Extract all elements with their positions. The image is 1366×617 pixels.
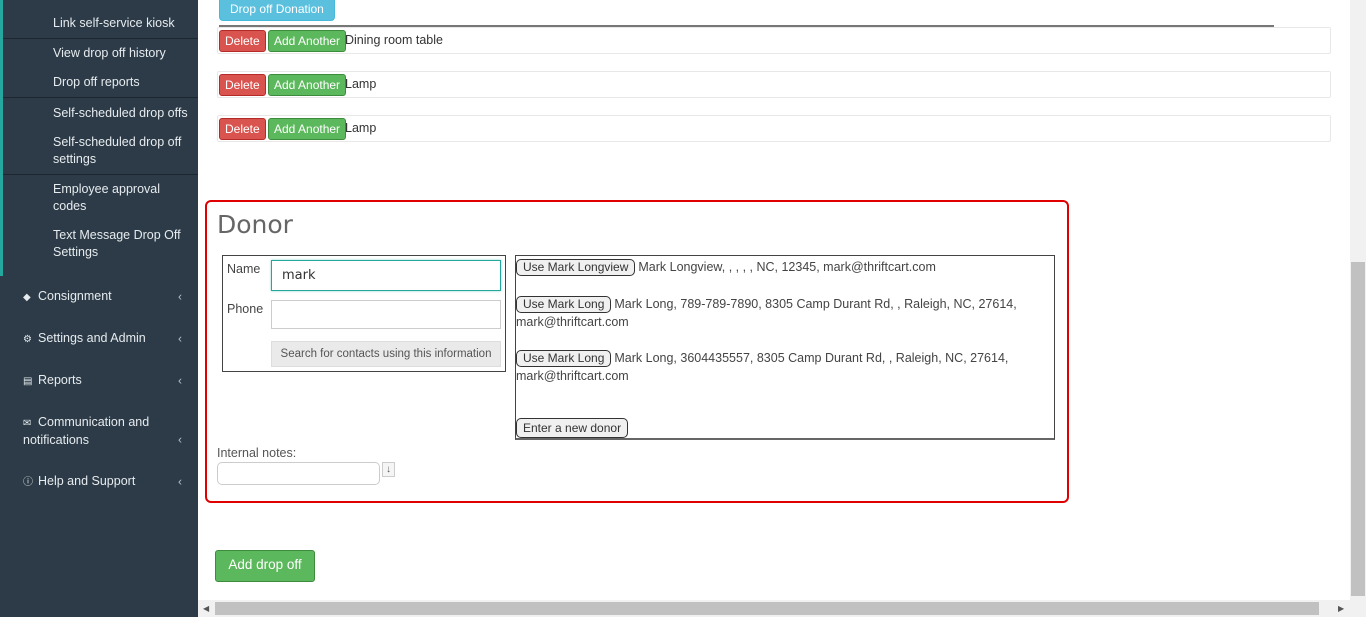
drop-off-donation-button[interactable]: Drop off Donation: [219, 0, 335, 21]
vertical-scroll-thumb[interactable]: [1351, 262, 1365, 596]
horizontal-scrollbar[interactable]: ◀ ▶: [198, 600, 1366, 617]
delete-item-button[interactable]: Delete: [219, 74, 266, 96]
item-name: Dining room table: [345, 33, 443, 47]
search-contacts-button[interactable]: Search for contacts using this informati…: [271, 341, 501, 367]
sidebar-item-settings-admin[interactable]: ⚙ Settings and Admin ‹: [0, 330, 198, 348]
contact-result: Use Mark Long Mark Long, 3604435557, 8305…: [516, 350, 1009, 383]
phone-input[interactable]: [271, 300, 501, 329]
chevron-left-icon: ‹: [178, 373, 182, 388]
sidebar-item-consignment[interactable]: ◆ Consignment ‹: [0, 288, 198, 306]
add-another-button[interactable]: Add Another: [268, 74, 347, 96]
gear-icon: ⚙: [23, 334, 32, 345]
contact-lookup-panel: Name mark Phone Search for contacts usin…: [222, 255, 506, 372]
main-content: Drop off Donation Delete Add Another Din…: [198, 0, 1350, 600]
enter-new-donor-button[interactable]: Enter a new donor: [516, 418, 629, 438]
question-circle-icon: ⓘ: [23, 477, 33, 488]
new-donor-row: Enter a new donor: [516, 418, 631, 438]
sidebar-item-text-message-settings[interactable]: Text Message Drop Off Settings: [3, 227, 198, 261]
sidebar-item-link-kiosk[interactable]: Link self-service kiosk: [3, 15, 198, 32]
item-row: Delete Add Another Lamp: [217, 115, 1331, 142]
item-name: Lamp: [345, 121, 377, 135]
contact-result: Use Mark Long Mark Long, 789-789-7890, 83…: [516, 296, 1017, 329]
sidebar-item-help-support[interactable]: ⓘ Help and Support ‹: [0, 473, 198, 491]
chevron-left-icon: ‹: [178, 289, 182, 304]
chevron-left-icon: ‹: [178, 474, 182, 489]
scroll-left-icon[interactable]: ◀: [203, 600, 209, 617]
tag-icon: ◆: [23, 292, 31, 303]
sidebar-item-dropoff-reports[interactable]: Drop off reports: [3, 74, 198, 91]
delete-item-button[interactable]: Delete: [219, 118, 266, 140]
sidebar: Link self-service kiosk View drop off hi…: [0, 0, 198, 617]
contact-result: Use Mark Longview Mark Longview, , , , , …: [516, 258, 1036, 276]
phone-label: Phone: [227, 302, 264, 316]
donor-heading: Donor: [217, 210, 293, 239]
sidebar-item-communication[interactable]: ✉ Communication and notifications ‹: [0, 414, 198, 449]
item-name: Lamp: [345, 77, 377, 91]
envelope-icon: ✉: [23, 418, 32, 429]
item-row: Delete Add Another Lamp: [217, 71, 1331, 98]
donor-section: Donor Name mark Phone Search for contact…: [205, 200, 1069, 503]
delete-item-button[interactable]: Delete: [219, 30, 266, 52]
contact-results-panel: Use Mark Longview Mark Longview, , , , , …: [515, 255, 1055, 440]
sidebar-item-approval-codes[interactable]: Employee approval codes: [3, 181, 198, 215]
use-contact-button[interactable]: Use Mark Longview: [516, 259, 636, 276]
internal-notes-input[interactable]: [217, 462, 380, 485]
sidebar-item-self-scheduled[interactable]: Self-scheduled drop offs: [3, 105, 198, 122]
internal-notes-label: Internal notes:: [217, 446, 297, 460]
horizontal-scroll-thumb[interactable]: [215, 602, 1319, 615]
name-label: Name: [227, 262, 261, 276]
add-drop-off-button[interactable]: Add drop off: [215, 550, 315, 582]
item-row: Delete Add Another Dining room table: [217, 27, 1331, 54]
chevron-left-icon: ‹: [178, 432, 182, 447]
vertical-scrollbar[interactable]: [1350, 0, 1366, 600]
name-input[interactable]: mark: [271, 260, 501, 291]
use-contact-button[interactable]: Use Mark Long: [516, 296, 612, 313]
scroll-right-icon[interactable]: ▶: [1338, 600, 1344, 617]
expand-notes-icon[interactable]: ↓: [382, 462, 395, 477]
use-contact-button[interactable]: Use Mark Long: [516, 350, 612, 367]
bar-chart-icon: ▤: [23, 376, 33, 387]
sidebar-item-dropoff-history[interactable]: View drop off history: [3, 45, 198, 62]
sidebar-item-self-scheduled-settings[interactable]: Self-scheduled drop off settings: [3, 134, 198, 168]
sidebar-item-reports[interactable]: ▤ Reports ‹: [0, 372, 198, 390]
chevron-left-icon: ‹: [178, 331, 182, 346]
add-another-button[interactable]: Add Another: [268, 30, 347, 52]
add-another-button[interactable]: Add Another: [268, 118, 347, 140]
